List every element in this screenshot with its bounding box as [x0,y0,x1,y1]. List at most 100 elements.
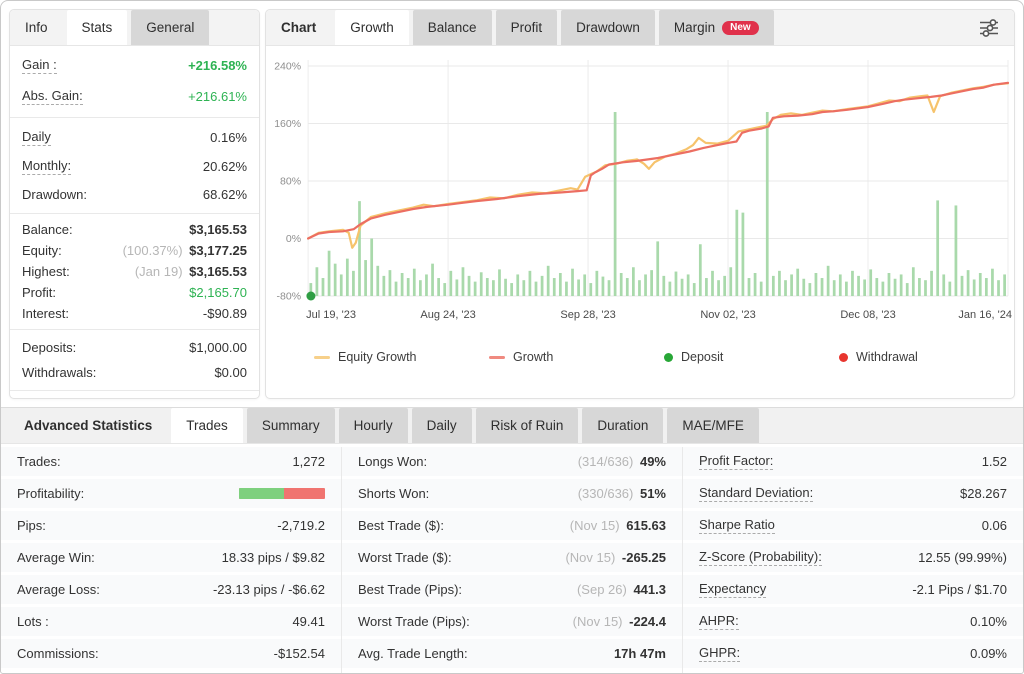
activity-bar [345,258,349,297]
z-score-probability-label[interactable]: Z-Score (Probability): [699,549,822,566]
stat-row-deposits: Deposits: $1,000.00 [10,335,259,360]
trades-statistics-table: Trades: 1,272 Profitability: Pips: -2,719.2 A… [1,444,1023,673]
activity-bar [516,274,520,296]
tab-growth[interactable]: Growth [335,10,409,45]
stat-row-withdrawals: Withdrawals: $0.00 [10,360,259,385]
tab-margin[interactable]: Margin New [658,10,774,45]
activity-bar [911,267,915,296]
legend-item-deposit[interactable]: Deposit [664,350,839,364]
stat-value-main: -23.13 pips / -$6.62 [212,582,325,597]
stat-row-average-win: Average Win: 18.33 pips / $9.82 [1,543,341,572]
stat-value-prefix: (330/636) [577,486,637,501]
avg-trade-length-label: Avg. Trade Length: [358,646,468,661]
monthly-label[interactable]: Monthly: [22,158,72,175]
sharpe-ratio-label[interactable]: Sharpe Ratio [699,517,775,534]
tab-summary[interactable]: Summary [246,408,335,443]
tab-drawdown[interactable]: Drawdown [561,10,655,45]
stat-value-main: $3,177.25 [189,243,247,258]
tab-hourly[interactable]: Hourly [338,408,408,443]
profit-factor-label[interactable]: Profit Factor: [699,453,774,470]
activity-bar [473,281,477,297]
tab-profit[interactable]: Profit [495,10,558,45]
stat-value: 0.06 [982,518,1007,533]
activity-bar [364,260,367,296]
stat-value-main: $3,165.53 [189,264,247,279]
activity-bar [997,280,1000,296]
activity-bar [619,273,623,296]
stat-value: 20.62% [203,159,247,174]
tab-duration[interactable]: Duration [582,408,664,443]
activity-bar [321,278,325,296]
worst-trade-pips-label: Worst Trade (Pips): [358,614,470,629]
tab-daily[interactable]: Daily [411,408,472,443]
stat-value-main: -$152.54 [273,646,325,661]
deposits-label: Deposits: [22,340,77,355]
activity-bar [905,283,909,296]
tab-label: General [146,20,195,35]
legend-swatch-dot [664,352,673,362]
activity-bar [418,280,422,296]
activity-bar [875,278,879,296]
legend-label: Withdrawal [856,350,918,364]
activity-bar [656,241,660,297]
ghpr-label[interactable]: GHPR: [699,645,741,662]
legend-item-equity-growth[interactable]: Equity Growth [314,350,489,364]
activity-bar [717,280,720,296]
tab-trades[interactable]: Trades [171,408,243,443]
tab-chart[interactable]: Chart [266,10,331,45]
tab-general[interactable]: General [131,10,210,45]
legend-item-growth[interactable]: Growth [489,350,664,364]
tab-balance[interactable]: Balance [412,10,492,45]
standard-deviation-label[interactable]: Standard Deviation: [699,485,814,502]
stat-value: 49.41 [292,614,325,629]
activity-bar [814,273,818,296]
tab-label: Margin [673,20,716,35]
stat-value: (100.37%) $3,177.25 [123,243,247,258]
chart-settings-button[interactable] [964,18,1014,38]
tab-info[interactable]: Info [10,10,63,45]
profit-label: Profit: [22,285,56,300]
legend-item-withdrawal[interactable]: Withdrawal [839,350,1014,364]
daily-label[interactable]: Daily [22,129,51,146]
activity-bar [333,263,337,296]
stat-value: $2,165.70 [189,285,247,300]
stat-value-main: 0.06 [981,518,1007,533]
activity-bar [680,278,684,296]
activity-bar [838,274,842,296]
activity-bar [948,281,952,297]
y-axis-label: -80% [277,291,302,303]
tab-stats[interactable]: Stats [66,10,128,45]
best-trade-pips-label: Best Trade (Pips): [358,582,463,597]
left-tabs: Info Stats General [10,10,210,45]
activity-bar [394,281,398,297]
tab-risk-of-ruin[interactable]: Risk of Ruin [475,408,579,443]
tab-mae-mfe[interactable]: MAE/MFE [667,408,759,443]
stat-value: +216.58% [188,58,247,73]
x-axis-label: Dec 08, '23 [840,309,895,321]
activity-bar [942,274,946,296]
x-axis-label: Nov 02, '23 [700,309,755,321]
stat-value-main: $3,165.53 [189,222,247,237]
gain-label[interactable]: Gain : [22,57,57,74]
stat-row-monthly: Monthly: 20.62% [10,152,259,181]
ahpr-label[interactable]: AHPR: [699,613,739,630]
activity-bar [747,278,751,296]
tab-advanced-statistics[interactable]: Advanced Statistics [9,408,167,443]
stat-row-best-trade: Best Trade ($): (Nov 15) 615.63 [342,511,682,540]
profitability-bar-win [239,488,284,499]
activity-bar [540,275,544,297]
stat-row-interest: Interest: -$90.89 [10,303,259,324]
stat-row-lots: Lots : 49.41 [1,607,341,636]
stat-row-abs-gain: Abs. Gain: +216.61% [10,81,259,112]
abs-gain-label[interactable]: Abs. Gain: [22,88,83,105]
stat-value-main: 615.63 [626,518,666,533]
activity-bar [479,272,483,296]
stat-value: (Nov 15) -224.4 [573,614,666,629]
activity-bar [644,274,647,296]
activity-bar [382,275,386,297]
activity-bar [796,268,800,296]
activity-bar [735,209,739,296]
expectancy-label[interactable]: Expectancy [699,581,767,598]
activity-bar [705,278,708,296]
activity-bar [406,278,410,296]
